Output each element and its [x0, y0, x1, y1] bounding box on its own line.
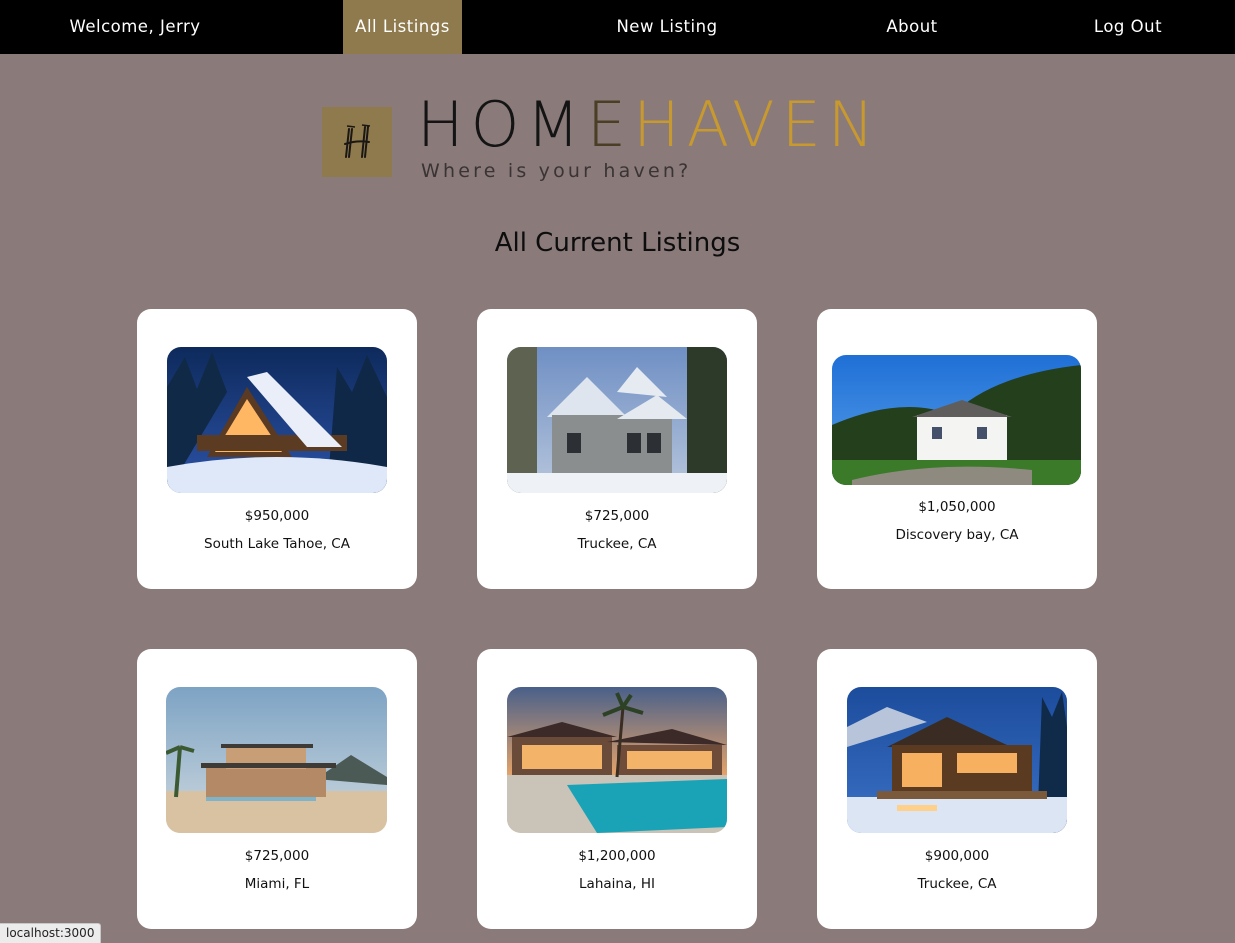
- lit-mountain-lodge-photo[interactable]: [847, 687, 1067, 833]
- brand-part-2: E: [586, 88, 634, 161]
- listing-location: South Lake Tahoe, CA: [204, 536, 350, 552]
- page-title: All Current Listings: [494, 228, 741, 258]
- listing-price: $950,000: [244, 508, 310, 524]
- browser-status-url: localhost:3000: [0, 923, 102, 943]
- listing-price: $725,000: [244, 848, 310, 864]
- listing-location: Discovery bay, CA: [895, 527, 1019, 543]
- listing-location: Truckee, CA: [577, 536, 657, 552]
- snowy-a-frame-cabin-photo[interactable]: [167, 347, 387, 493]
- brand-tagline: Where is your haven?: [421, 160, 692, 182]
- pool-villa-sunset-photo[interactable]: [507, 687, 727, 833]
- listing-card[interactable]: $1,050,000 Discovery bay, CA: [817, 309, 1097, 589]
- listing-price: $1,050,000: [918, 499, 996, 515]
- listing-location: Miami, FL: [244, 876, 310, 892]
- listing-card[interactable]: $950,000 South Lake Tahoe, CA: [137, 309, 417, 589]
- logo-mark-icon: [322, 107, 392, 177]
- listing-location: Lahaina, HI: [579, 876, 655, 892]
- brand-part-3: HAVEN: [633, 88, 882, 161]
- beach-modern-house-photo[interactable]: [166, 687, 387, 833]
- nav-new-listing[interactable]: New Listing: [603, 0, 731, 54]
- nav-welcome[interactable]: Welcome, Jerry: [54, 0, 216, 54]
- listing-card[interactable]: $1,200,000 Lahaina, HI: [477, 649, 757, 929]
- snowy-victorian-house-photo[interactable]: [507, 347, 727, 493]
- brand-logotype: HOMEHAVEN: [417, 88, 881, 162]
- listing-price: $900,000: [924, 848, 990, 864]
- brand-part-1: HOM: [417, 88, 587, 161]
- nav-log-out[interactable]: Log Out: [1079, 0, 1177, 54]
- listing-price: $1,200,000: [578, 848, 656, 864]
- white-hillside-house-photo[interactable]: [832, 355, 1081, 485]
- listing-card[interactable]: $725,000 Truckee, CA: [477, 309, 757, 589]
- nav-all-listings[interactable]: All Listings: [343, 0, 462, 54]
- top-nav-bar: Welcome, Jerry All Listings New Listing …: [0, 0, 1235, 54]
- listing-location: Truckee, CA: [917, 876, 997, 892]
- listing-card[interactable]: $900,000 Truckee, CA: [817, 649, 1097, 929]
- listing-price: $725,000: [584, 508, 650, 524]
- nav-about[interactable]: About: [871, 0, 953, 54]
- listing-card[interactable]: $725,000 Miami, FL: [137, 649, 417, 929]
